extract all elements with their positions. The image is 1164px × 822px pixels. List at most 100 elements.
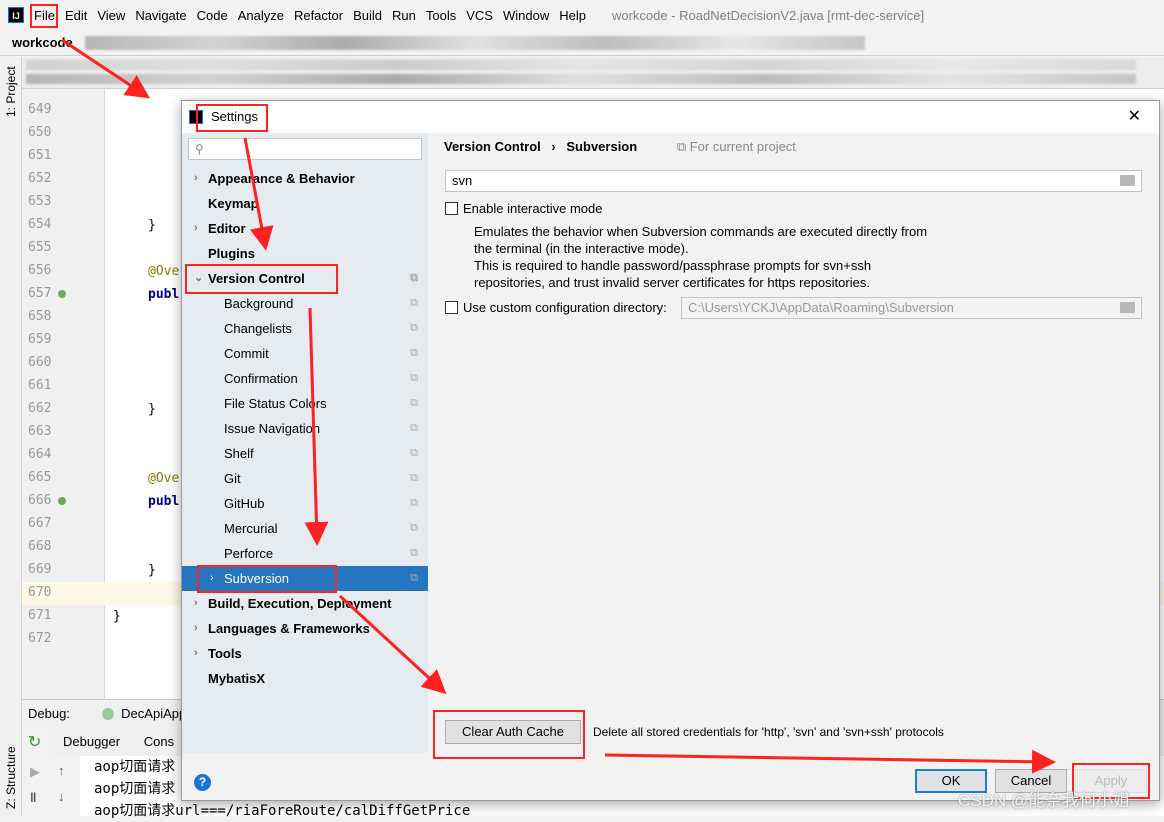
menu-run[interactable]: Run <box>392 8 416 23</box>
tree-item-label: Shelf <box>224 446 254 461</box>
implements-icon[interactable] <box>58 497 66 505</box>
down-arrow-icon[interactable]: ↓ <box>58 789 65 804</box>
pause-icon[interactable]: ‖ <box>30 790 36 805</box>
chevron-down-icon[interactable]: ⌄ <box>194 266 203 291</box>
code-line-656: @Ove <box>148 264 180 279</box>
project-scope-icon: ⧉ <box>410 522 418 534</box>
line-number: 667 <box>28 516 52 531</box>
line-number: 669 <box>28 562 52 577</box>
menu-code[interactable]: Code <box>197 8 228 23</box>
settings-tree-item-issue-navigation[interactable]: Issue Navigation ⧉ <box>182 416 428 441</box>
settings-tree-item-keymap[interactable]: Keymap <box>182 191 428 216</box>
settings-tree-item-languages-frameworks[interactable]: › Languages & Frameworks <box>182 616 428 641</box>
menu-window[interactable]: Window <box>503 8 549 23</box>
tree-item-label: MybatisX <box>208 671 266 686</box>
code-line-657: publ <box>148 287 180 302</box>
tab-console[interactable]: Cons <box>144 734 174 749</box>
project-scope-icon: ⧉ <box>410 322 418 334</box>
settings-search-input[interactable]: ⚲ <box>188 138 422 160</box>
settings-tree-item-file-status-colors[interactable]: File Status Colors ⧉ <box>182 391 428 416</box>
line-number: 661 <box>28 378 52 393</box>
rerun-icon[interactable]: ↻ <box>28 732 41 752</box>
folder-icon[interactable] <box>1120 175 1135 186</box>
settings-tree-item-appearance-behavior[interactable]: › Appearance & Behavior <box>182 166 428 191</box>
breadcrumb-current: Subversion <box>566 139 638 154</box>
chevron-right-icon[interactable]: › <box>194 616 198 641</box>
chevron-right-icon[interactable]: › <box>194 216 198 241</box>
settings-tree-item-editor[interactable]: › Editor <box>182 216 428 241</box>
project-scope-icon: ⧉ <box>410 547 418 559</box>
menu-vcs[interactable]: VCS <box>466 8 493 23</box>
implements-icon[interactable] <box>58 290 66 298</box>
interactive-mode-description: Emulates the behavior when Subversion co… <box>474 224 928 290</box>
tree-item-label: Confirmation <box>224 371 298 386</box>
tree-item-label: Changelists <box>224 321 292 336</box>
settings-tree-item-git[interactable]: Git ⧉ <box>182 466 428 491</box>
menu-navigate[interactable]: Navigate <box>135 8 186 23</box>
settings-tree-item-github[interactable]: GitHub ⧉ <box>182 491 428 516</box>
settings-dialog: Settings ✕ ⚲ › Appearance & Behavior Keyma… <box>181 100 1160 801</box>
svn-executable-path[interactable]: svn <box>445 170 1142 192</box>
editor-tabs <box>22 57 1164 89</box>
help-button[interactable]: ? <box>194 774 211 791</box>
tree-item-label: Tools <box>208 646 242 661</box>
settings-tree-item-changelists[interactable]: Changelists ⧉ <box>182 316 428 341</box>
chevron-right-icon[interactable]: › <box>210 566 214 591</box>
settings-tree-item-build-execution-deployment[interactable]: › Build, Execution, Deployment <box>182 591 428 616</box>
line-number: 671 <box>28 608 52 623</box>
menu-analyze[interactable]: Analyze <box>238 8 284 23</box>
settings-tree-item-perforce[interactable]: Perforce ⧉ <box>182 541 428 566</box>
project-scope-icon: ⧉ <box>410 272 418 284</box>
resume-icon[interactable]: ▶ <box>30 764 40 780</box>
tree-item-label: Languages & Frameworks <box>208 621 370 636</box>
tab-debugger[interactable]: Debugger <box>63 734 120 749</box>
menu-file[interactable]: File <box>34 8 55 23</box>
menu-edit[interactable]: Edit <box>65 8 87 23</box>
settings-tree-item-mybatisx[interactable]: MybatisX <box>182 666 428 691</box>
clear-auth-cache-button[interactable]: Clear Auth Cache <box>445 720 581 744</box>
blurred-tabs-row2 <box>26 74 1136 84</box>
line-number: 664 <box>28 447 52 462</box>
settings-tree-item-plugins[interactable]: Plugins <box>182 241 428 266</box>
tree-item-label: File Status Colors <box>224 396 327 411</box>
chevron-right-icon[interactable]: › <box>194 591 198 616</box>
menu-refactor[interactable]: Refactor <box>294 8 343 23</box>
menu-view[interactable]: View <box>97 8 125 23</box>
project-tool-button[interactable]: 1: Project <box>4 66 18 117</box>
custom-config-checkbox[interactable]: Use custom configuration directory: <box>445 300 667 315</box>
menu-build[interactable]: Build <box>353 8 382 23</box>
settings-tree-item-mercurial[interactable]: Mercurial ⧉ <box>182 516 428 541</box>
custom-config-path: C:\Users\YCKJ\AppData\Roaming\Subversion <box>681 297 1142 319</box>
project-scope-icon: ⧉ <box>410 372 418 384</box>
menu-help[interactable]: Help <box>559 8 586 23</box>
close-icon[interactable]: ✕ <box>1128 101 1141 133</box>
checkbox[interactable] <box>445 202 458 215</box>
settings-tree-item-confirmation[interactable]: Confirmation ⧉ <box>182 366 428 391</box>
tree-item-label: Build, Execution, Deployment <box>208 596 392 611</box>
clear-auth-description: Delete all stored credentials for 'http'… <box>593 725 944 739</box>
settings-tree-item-commit[interactable]: Commit ⧉ <box>182 341 428 366</box>
settings-tree-item-version-control[interactable]: ⌄ Version Control ⧉ <box>182 266 428 291</box>
line-number: 651 <box>28 148 52 163</box>
settings-tree-item-shelf[interactable]: Shelf ⧉ <box>182 441 428 466</box>
breadcrumb-parent[interactable]: Version Control <box>444 139 541 154</box>
dialog-title: Settings <box>211 109 258 124</box>
line-number: 663 <box>28 424 52 439</box>
structure-tool-button[interactable]: Z: Structure <box>4 746 18 809</box>
chevron-right-icon[interactable]: › <box>194 166 198 191</box>
interactive-mode-checkbox[interactable]: Enable interactive mode <box>445 201 602 216</box>
tree-item-label: Background <box>224 296 294 311</box>
code-line-654: } <box>148 218 156 233</box>
tree-item-label: Plugins <box>208 246 255 261</box>
up-arrow-icon[interactable]: ↑ <box>58 763 65 778</box>
menu-tools[interactable]: Tools <box>426 8 456 23</box>
settings-tree-item-subversion[interactable]: › Subversion ⧉ <box>182 566 428 591</box>
checkbox[interactable] <box>445 301 458 314</box>
settings-tree-item-tools[interactable]: › Tools <box>182 641 428 666</box>
breadcrumb-project[interactable]: workcode <box>12 35 73 50</box>
settings-tree-item-background[interactable]: Background ⧉ <box>182 291 428 316</box>
code-line-671: } <box>113 609 121 624</box>
settings-sidebar: ⚲ › Appearance & Behavior Keymap › Editor Plu… <box>182 133 428 753</box>
code-line-662: } <box>148 402 156 417</box>
chevron-right-icon[interactable]: › <box>194 641 198 666</box>
